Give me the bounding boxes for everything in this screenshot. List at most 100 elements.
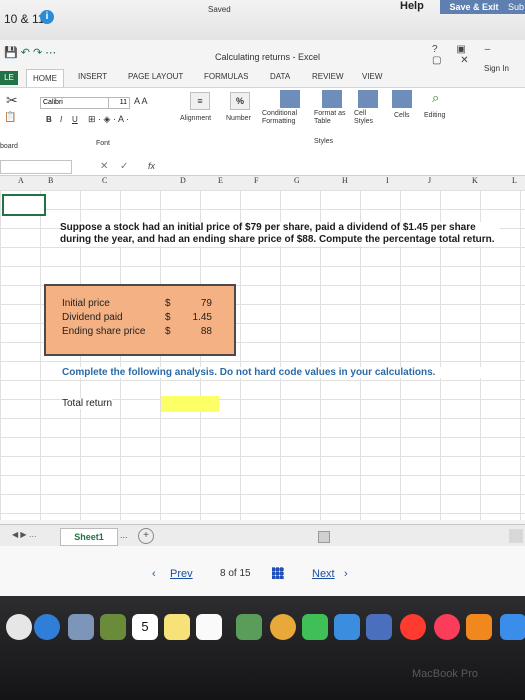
add-sheet-button[interactable]: + (138, 528, 154, 544)
column-header-c[interactable]: C (102, 176, 107, 185)
contacts-icon[interactable] (100, 614, 126, 640)
notes-icon[interactable] (164, 614, 190, 640)
bold-button[interactable]: B (46, 115, 52, 124)
instruction-text: Complete the following analysis. Do not … (62, 367, 502, 378)
help-link[interactable]: Help (400, 0, 424, 12)
save-exit-button[interactable]: Save & Exit (440, 0, 508, 14)
horizontal-scrollbar[interactable] (318, 531, 330, 543)
paste-icon[interactable]: 📋 (4, 112, 16, 123)
ending-price-value[interactable]: 88 (182, 326, 212, 337)
format-as-table-button[interactable]: Format as Table (314, 110, 348, 126)
fx-icon[interactable]: fx (148, 161, 155, 171)
column-header-l[interactable]: L (512, 176, 517, 185)
do-not-disturb-icon[interactable] (400, 614, 426, 640)
problem-statement: Suppose a stock had an initial price of … (60, 222, 500, 246)
tab-data[interactable]: DATA (270, 72, 290, 81)
dividend-paid-currency: $ (165, 312, 171, 323)
tab-file[interactable]: LE (0, 71, 18, 85)
chevron-right-icon[interactable]: › (344, 568, 348, 580)
tab-insert[interactable]: INSERT (78, 72, 107, 81)
cells-icon[interactable] (392, 90, 412, 108)
formula-bar (0, 158, 525, 176)
app-store-icon[interactable] (500, 614, 525, 640)
scroll-right-icon[interactable] (509, 529, 523, 543)
cell-styles-icon[interactable] (358, 90, 378, 108)
conditional-formatting-button[interactable]: Conditional Formatting (262, 110, 310, 126)
submit-button[interactable]: Sub (508, 0, 525, 14)
prev-button[interactable]: Prev (170, 568, 193, 580)
ending-price-currency: $ (165, 326, 171, 337)
calendar-icon[interactable]: 5 (132, 614, 158, 640)
total-return-input-cell[interactable] (161, 396, 219, 412)
tab-view[interactable]: VIEW (362, 72, 382, 81)
reminders-icon[interactable] (196, 614, 222, 640)
column-header-g[interactable]: G (294, 176, 300, 185)
tab-sheet1[interactable]: Sheet1 (60, 528, 118, 546)
safari-icon[interactable] (34, 614, 60, 640)
sign-in-link[interactable]: Sign In (484, 64, 509, 73)
saved-status: Saved (208, 5, 231, 14)
keynote-icon[interactable] (366, 614, 392, 640)
format-as-table-icon[interactable] (322, 90, 342, 108)
info-icon[interactable]: i (40, 10, 54, 24)
alignment-button[interactable]: Alignment (180, 115, 211, 122)
cell-styles-button[interactable]: Cell Styles (354, 110, 380, 126)
window-controls[interactable]: ? ▣ – ▢ ✕ (432, 44, 525, 66)
column-header-f[interactable]: F (254, 176, 258, 185)
column-header-i[interactable]: I (386, 176, 389, 185)
facetime-icon[interactable] (334, 614, 360, 640)
percent-button[interactable]: % (230, 92, 250, 110)
font-size-select[interactable]: 11 (108, 97, 130, 109)
conditional-formatting-icon[interactable] (280, 90, 300, 108)
column-header-d[interactable]: D (180, 176, 186, 185)
binoculars-icon[interactable]: ⌕ (432, 90, 439, 106)
italic-button[interactable]: I (60, 115, 62, 124)
column-header-k[interactable]: K (472, 176, 478, 185)
sheet-more[interactable]: ... (120, 530, 128, 540)
column-header-a[interactable]: A (18, 176, 24, 185)
messages-icon[interactable] (302, 614, 328, 640)
tab-formulas[interactable]: FORMULAS (204, 72, 248, 81)
styles-group-label: Styles (314, 138, 334, 145)
enter-icon[interactable]: ✓ (120, 161, 128, 172)
photo-app-icon[interactable] (68, 614, 94, 640)
maps-icon[interactable] (236, 614, 262, 640)
books-icon[interactable] (466, 614, 492, 640)
initial-price-currency: $ (165, 298, 171, 309)
question-pager (0, 546, 525, 596)
dividend-paid-value[interactable]: 1.45 (182, 312, 212, 323)
column-header-j[interactable]: J (428, 176, 431, 185)
quick-access-toolbar[interactable]: 💾 ↶ ↷ ⋯ (4, 46, 56, 59)
borders-icon[interactable]: ⊞ · ◈ · A · (88, 114, 129, 125)
cells-button[interactable]: Cells (394, 112, 410, 119)
editing-button[interactable]: Editing (424, 112, 445, 119)
font-grow-shrink-icon[interactable]: A A (134, 96, 148, 106)
chevron-left-icon[interactable]: ‹ (152, 568, 156, 580)
assignment-title: 10 & 11 (4, 12, 45, 26)
total-return-label: Total return (62, 398, 113, 409)
column-header-e[interactable]: E (218, 176, 223, 185)
finder-icon[interactable] (6, 614, 32, 640)
initial-price-value[interactable]: 79 (182, 298, 212, 309)
music-icon[interactable] (434, 614, 460, 640)
font-name-select[interactable]: Calibri (40, 97, 110, 109)
tab-home[interactable]: HOME (26, 69, 64, 88)
name-box[interactable] (0, 160, 72, 174)
underline-button[interactable]: U (72, 115, 78, 124)
tab-page-layout[interactable]: PAGE LAYOUT (128, 72, 183, 81)
initial-price-label: Initial price (62, 298, 110, 309)
grid-view-icon[interactable] (272, 567, 284, 579)
selected-cell[interactable] (2, 194, 46, 216)
alignment-icon[interactable]: ≡ (190, 92, 210, 110)
mac-dock (0, 596, 525, 700)
column-header-h[interactable]: H (342, 176, 348, 185)
column-header-row (0, 176, 525, 191)
cancel-icon[interactable]: ✕ (100, 161, 108, 172)
cut-icon[interactable]: ✂ (6, 92, 18, 109)
next-button[interactable]: Next (312, 568, 335, 580)
tab-review[interactable]: REVIEW (312, 72, 344, 81)
number-button[interactable]: Number (226, 115, 251, 122)
sheet-scroll-icons[interactable]: ◀ ▶ … (12, 530, 37, 539)
column-header-b[interactable]: B (48, 176, 53, 185)
photos-icon[interactable] (270, 614, 296, 640)
